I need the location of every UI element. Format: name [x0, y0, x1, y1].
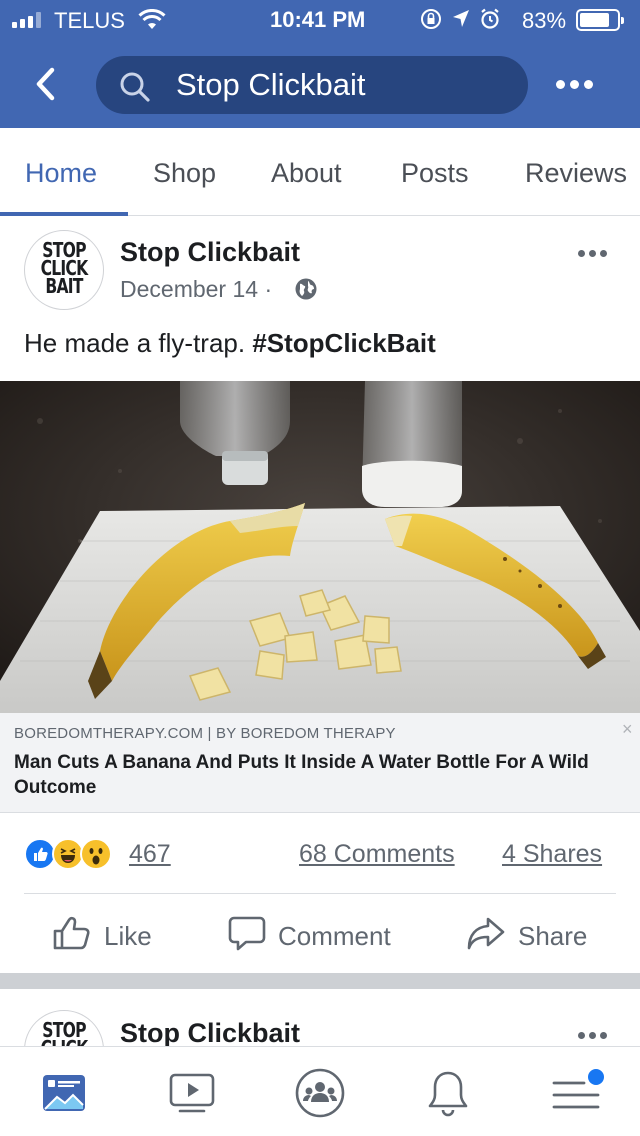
like-button[interactable]: Like	[52, 916, 152, 956]
more-icon[interactable]	[556, 70, 596, 98]
status-bar: TELUS 10:41 PM 83%	[0, 0, 640, 40]
post-message: He made a fly-trap. #StopClickBait	[24, 328, 436, 358]
reaction-icons[interactable]	[24, 838, 112, 870]
comments-count[interactable]: 68 Comments	[299, 840, 455, 869]
battery-percentage: 83%	[522, 8, 567, 33]
news-feed-icon[interactable]	[36, 1065, 92, 1121]
like-label: Like	[104, 920, 152, 951]
share-button[interactable]: Share	[466, 916, 587, 956]
link-title: Man Cuts A Banana And Puts It Inside A W…	[14, 752, 589, 798]
search-text: Stop Clickbait	[176, 67, 366, 102]
status-time: 10:41 PM	[270, 7, 366, 32]
share-label: Share	[518, 920, 588, 951]
page-tabs: Home Shop About Posts Reviews	[0, 128, 640, 216]
link-source: BOREDOMTHERAPY.COM | BY BOREDOM THERAPY	[14, 725, 396, 742]
page-avatar[interactable]: STOP CLICK BAIT	[24, 230, 104, 310]
groups-icon[interactable]	[292, 1065, 348, 1121]
back-button[interactable]	[30, 66, 64, 102]
active-tab-indicator	[0, 212, 128, 216]
menu-icon[interactable]	[548, 1065, 604, 1121]
reaction-count[interactable]: 467	[129, 840, 171, 869]
search-bar[interactable]: Stop Clickbait	[96, 56, 528, 114]
tab-about[interactable]: About	[271, 158, 342, 189]
battery-icon	[576, 9, 624, 31]
tab-shop[interactable]: Shop	[153, 158, 216, 189]
hashtag-link[interactable]: #StopClickBait	[252, 328, 436, 358]
next-post-options-icon[interactable]	[578, 1032, 607, 1039]
signal-icon	[12, 12, 41, 28]
share-arrow-icon	[466, 915, 506, 958]
next-post-page-name[interactable]: Stop Clickbait	[120, 1018, 300, 1049]
notifications-icon[interactable]	[420, 1065, 476, 1121]
link-preview[interactable]: BOREDOMTHERAPY.COM | BY BOREDOM THERAPY …	[0, 713, 640, 813]
close-icon[interactable]: ×	[622, 719, 633, 740]
carrier-label: TELUS	[54, 8, 125, 33]
feed-separator	[0, 973, 640, 989]
watch-icon[interactable]	[164, 1065, 220, 1121]
location-icon	[452, 9, 470, 35]
comment-label: Comment	[278, 920, 391, 951]
post-date[interactable]: December 14 ·	[120, 276, 272, 303]
divider	[24, 893, 616, 894]
post-photo[interactable]	[0, 381, 640, 713]
comment-button[interactable]: Comment	[228, 916, 391, 956]
wifi-icon	[138, 8, 166, 37]
globe-icon	[294, 277, 318, 306]
orientation-lock-icon	[420, 8, 442, 36]
wow-reaction-icon	[80, 838, 112, 870]
tab-home[interactable]: Home	[25, 158, 97, 189]
bottom-navigation	[0, 1046, 640, 1136]
tab-reviews[interactable]: Reviews	[525, 158, 627, 189]
app-header: TELUS 10:41 PM 83% Stop Clickbait	[0, 0, 640, 128]
alarm-icon	[480, 8, 500, 36]
post-page-name[interactable]: Stop Clickbait	[120, 237, 300, 268]
search-icon	[118, 70, 152, 109]
tab-posts[interactable]: Posts	[401, 158, 469, 189]
shares-count[interactable]: 4 Shares	[502, 840, 602, 869]
thumbs-up-icon	[52, 915, 92, 958]
post-options-icon[interactable]	[578, 250, 607, 257]
comment-bubble-icon	[228, 915, 266, 958]
